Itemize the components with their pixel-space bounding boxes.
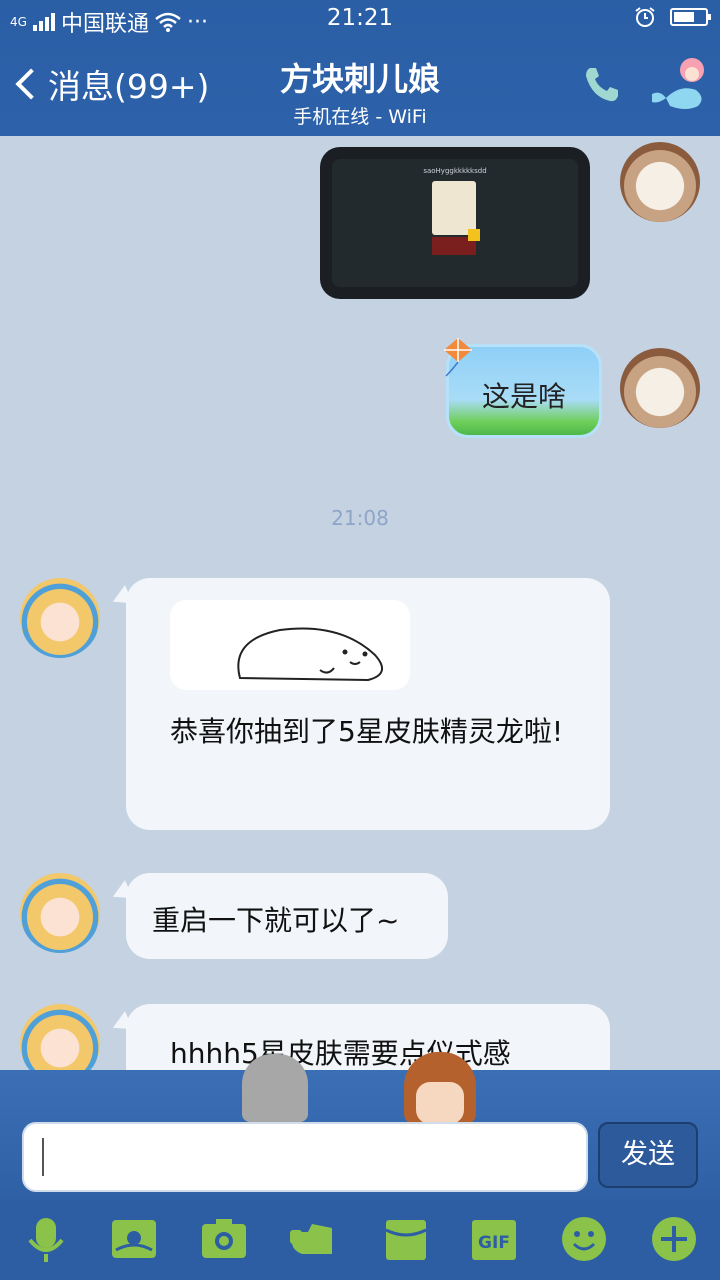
camera-icon[interactable] [200,1214,248,1264]
contact-avatar[interactable] [20,873,100,953]
red-packet-icon[interactable] [288,1214,336,1264]
image-message[interactable]: saoHyggkkkkksdd [320,147,590,299]
message-text: 恭喜你抽到了5星皮肤精灵龙啦! [170,715,564,748]
mermaid-theme-icon[interactable] [646,54,714,118]
received-message-bubble[interactable]: 重启一下就可以了~ [126,873,448,959]
contact-status: 手机在线 - WiFi [293,106,427,128]
seal-sticker-icon [237,627,383,682]
chat-header: 4G 中国联通 ··· 21:21 消息(99+) 方块刺儿娘 手机在线 - W… [0,0,720,136]
seal-sticker [170,600,410,690]
status-bar: 4G 中国联通 ··· 21:21 [0,0,720,38]
peek-character-grey [242,1054,308,1122]
plus-more-icon[interactable] [650,1214,698,1264]
my-avatar[interactable] [620,142,700,222]
peek-character-boy [404,1052,476,1124]
message-text: 这是啥 [481,380,566,413]
emoji-icon[interactable] [560,1214,608,1264]
svg-text:GIF: GIF [478,1233,510,1253]
send-button[interactable]: 发送 [598,1122,698,1188]
folder-icon[interactable] [382,1214,430,1264]
contact-avatar[interactable] [20,578,100,658]
gif-icon[interactable]: GIF [470,1214,518,1264]
battery-icon [670,8,711,26]
my-avatar[interactable] [620,348,700,428]
message-text: 重启一下就可以了~ [152,904,400,937]
message-timestamp: 21:08 [331,506,389,530]
image-caption: saoHyggkkkkksdd [423,167,487,175]
image-badge [468,229,480,241]
bottom-toolbar [0,1200,720,1280]
kite-icon [444,338,472,377]
image-gallery-icon[interactable] [110,1214,158,1264]
image-figure [432,181,476,235]
received-message-bubble[interactable]: 恭喜你抽到了5星皮肤精灵龙啦! [126,578,610,830]
message-input[interactable] [22,1122,588,1192]
alarm-icon [635,7,655,27]
phone-call-icon[interactable] [580,62,624,106]
status-time: 21:21 [326,5,394,31]
microphone-icon[interactable] [22,1214,70,1264]
